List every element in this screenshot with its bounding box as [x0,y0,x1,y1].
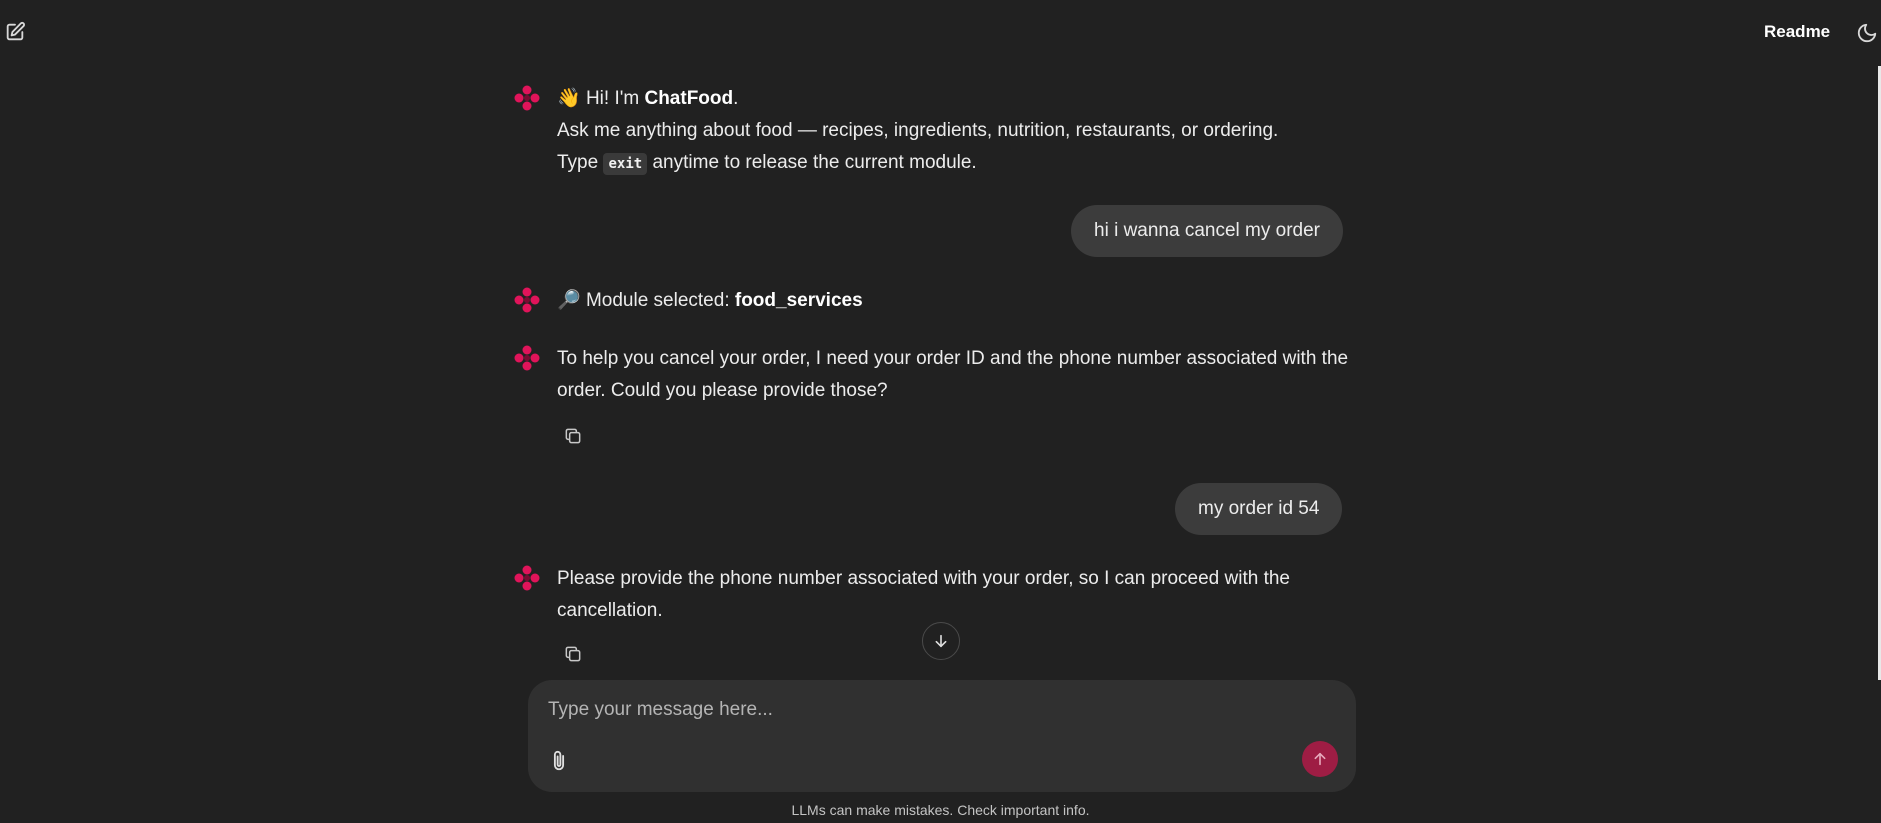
readme-link[interactable]: Readme [1764,22,1830,42]
copy-button[interactable] [561,642,585,666]
intro-line: Ask me anything about food — recipes, in… [557,120,1279,141]
edit-icon [6,21,25,41]
message-text: 👋 Hi! I'm ChatFood. Ask me anything abou… [557,83,1357,179]
copy-icon [565,646,581,662]
user-message-bubble: my order id 54 [1175,483,1343,535]
module-name: food_services [734,290,863,311]
bot-avatar-icon [514,565,540,591]
paperclip-icon [553,750,565,771]
chat-app: Readme 👋 Hi! I'm ChatFood. Ask me anythi… [0,0,1881,823]
disclaimer-text: LLMs can make mistakes. Check important … [791,802,1090,818]
message-text: To help you cancel your order, I need yo… [557,348,1349,401]
bot-avatar-icon [514,85,540,111]
message-input[interactable] [546,694,1330,726]
exit-code: exit [603,153,648,175]
theme-toggle-button[interactable] [1856,22,1878,44]
arrow-down-icon [935,634,947,648]
user-message-bubble: hi i wanna cancel my order [1071,205,1343,257]
message-text: Please provide the phone number associat… [557,568,1290,621]
attach-button[interactable] [546,746,572,776]
send-button[interactable] [1302,741,1338,777]
copy-button[interactable] [561,424,585,448]
bot-avatar-icon [514,287,540,313]
magnifier-emoji: 🔎 [557,290,581,311]
exit-hint-line: Type exit anytime to release the current… [557,152,977,175]
bot-avatar-icon [514,345,540,371]
bot-name: ChatFood [644,88,734,109]
new-chat-button[interactable] [4,21,26,43]
message-composer [528,680,1356,792]
message-text: 🔎 Module selected: food_services [557,290,863,311]
copy-icon [565,428,581,444]
arrow-up-icon [1314,752,1326,766]
greeting-line: 👋 Hi! I'm ChatFood. [557,88,739,109]
wave-emoji: 👋 [557,88,581,109]
scroll-to-bottom-button[interactable] [922,622,960,660]
moon-icon [1857,23,1877,43]
